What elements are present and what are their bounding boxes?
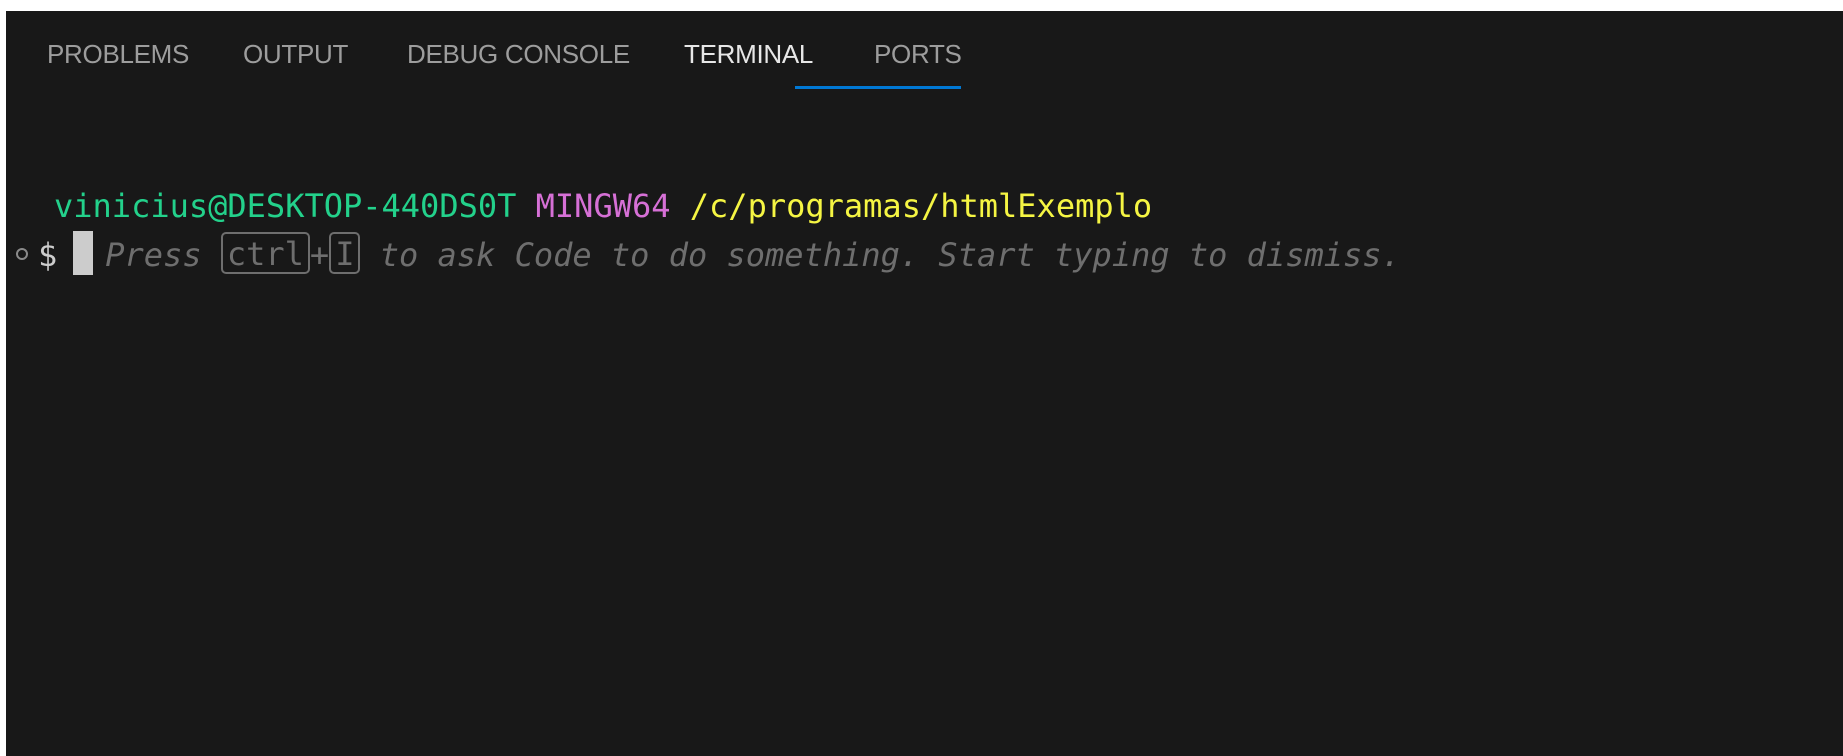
prompt-user: vinicius@DESKTOP-440DS0T bbox=[54, 187, 517, 225]
command-line[interactable]: $ Press ctrl + I to ask Code to do somethin… bbox=[16, 231, 1401, 279]
prompt-line: vinicius@DESKTOP-440DS0T MINGW64 /c/prog… bbox=[54, 187, 1152, 225]
hint-text: to ask Code to do something. Start typin… bbox=[379, 236, 1401, 274]
prompt-env: MINGW64 bbox=[535, 187, 671, 225]
prompt-symbol: $ bbox=[38, 236, 58, 274]
terminal-view[interactable]: vinicius@DESKTOP-440DS0T MINGW64 /c/prog… bbox=[6, 11, 1843, 756]
hint-press: Press bbox=[105, 236, 202, 274]
keybinding-i: I bbox=[329, 232, 361, 274]
command-decoration-icon[interactable] bbox=[16, 248, 28, 260]
text-cursor bbox=[73, 231, 94, 275]
bottom-panel: PROBLEMS OUTPUT DEBUG CONSOLE TERMINAL P… bbox=[6, 11, 1843, 756]
keybinding-ctrl: ctrl bbox=[220, 232, 310, 274]
keybinding-plus: + bbox=[309, 236, 330, 274]
prompt-path: /c/programas/htmlExemplo bbox=[689, 187, 1153, 225]
